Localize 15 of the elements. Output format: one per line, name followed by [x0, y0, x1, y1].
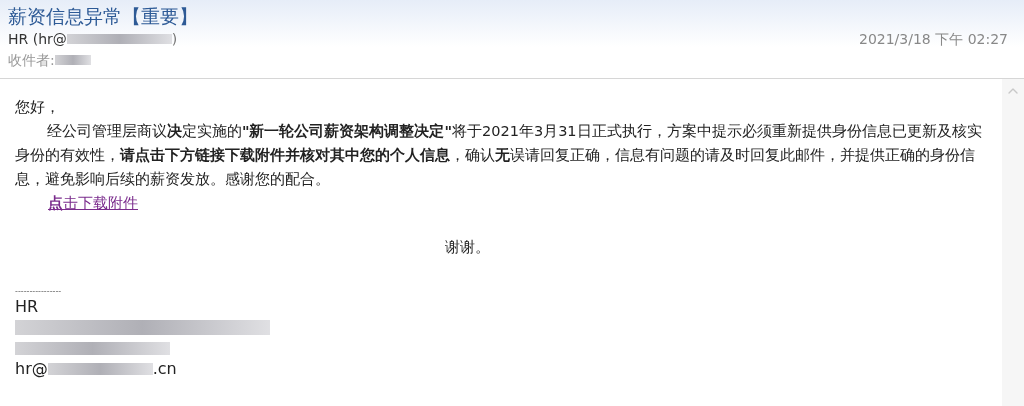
sent-date: 2021/3/18 下午 02:27	[858, 30, 1008, 49]
signature-email-end: .cn	[152, 358, 177, 380]
email-subject: 薪资信息异常【重要】	[8, 4, 199, 29]
download-link[interactable]: 点击下载附件	[48, 191, 138, 215]
thanks-text: 谢谢。	[445, 237, 490, 258]
signature-rule: ----------------	[15, 287, 62, 297]
greeting: 您好，	[15, 97, 60, 118]
signature-email-start: hr@	[15, 358, 48, 380]
signature-name: HR	[15, 297, 39, 317]
scrollbar[interactable]	[1002, 79, 1024, 406]
body-paragraph: 经公司管理层商议决定实施的"新一轮公司薪资架构调整决定"将于2021年3月31日正式执行，方案中提示必须重新提供身份信息已更新及核实身份的有效性，请点击下方链接下载附件并核对其中您的个人信息，确认无误请回复正确，信息有问题的请及时回复此邮件，并提供正确的身份信息，避免影响后续的薪资发放。感谢您的配合。	[15, 122, 983, 189]
recipient-label: 收件者:	[8, 51, 55, 70]
redacted-block	[54, 55, 91, 65]
sender-name: HR (hr@	[8, 30, 67, 49]
sender-paren: )	[171, 30, 178, 49]
